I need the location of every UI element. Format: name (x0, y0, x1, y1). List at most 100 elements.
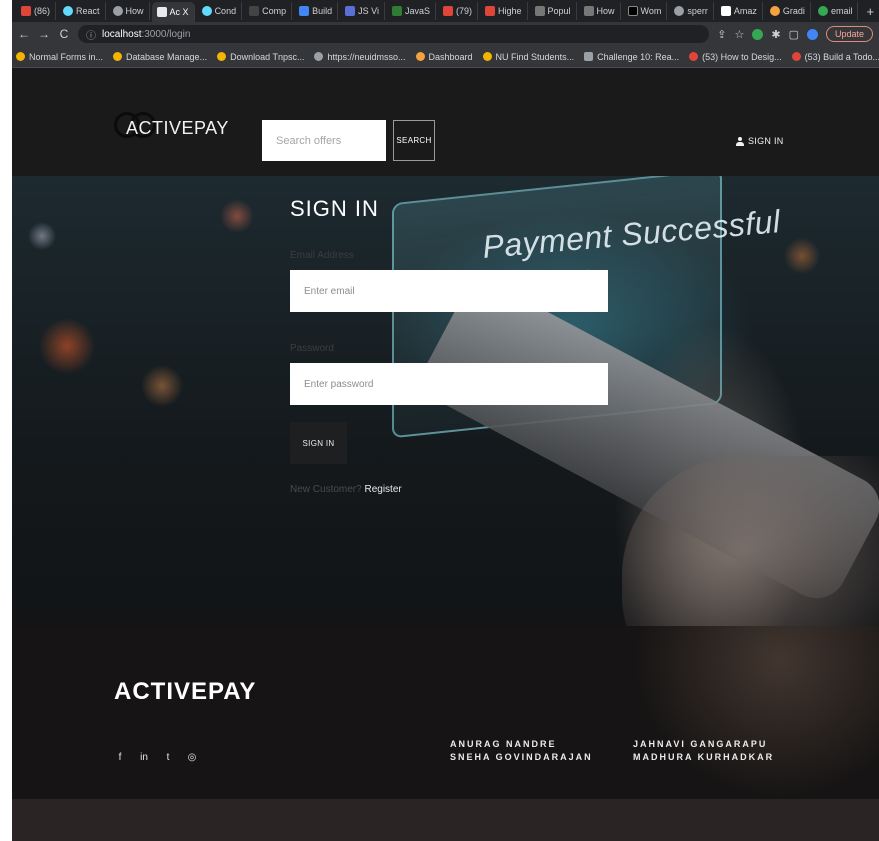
update-button[interactable]: Update (825, 26, 873, 42)
url-input[interactable]: ⓘ localhost:3000/login (78, 25, 710, 43)
bookmark-favicon (415, 52, 425, 61)
browser-tab[interactable]: Amaz (716, 2, 763, 20)
bookmark-item[interactable]: (53) Build a Todo... (791, 51, 879, 62)
tab-favicon (534, 6, 545, 16)
site-info-icon[interactable]: ⓘ (86, 27, 96, 42)
browser-tab-active[interactable]: Ac X (151, 2, 195, 22)
new-customer-text: New Customer? (290, 484, 362, 495)
tab-label: JS Vi (358, 6, 379, 16)
bookmark-favicon (314, 52, 324, 61)
tab-label: Wom (640, 6, 662, 16)
facebook-icon[interactable]: f (114, 752, 126, 763)
bookmark-item[interactable]: https://neuidmsso... (314, 51, 406, 62)
browser-tab[interactable]: Wom (623, 2, 668, 20)
back-icon[interactable]: ← (18, 27, 30, 41)
tab-favicon (345, 6, 356, 16)
profile-avatar-icon[interactable] (806, 28, 818, 40)
sidepanel-icon[interactable]: ▢ (789, 28, 799, 41)
tab-label: Cond (214, 6, 237, 16)
browser-tab[interactable]: Build (294, 2, 339, 20)
team-member-name: JAHNAVI GANGARAPU (633, 739, 768, 749)
tab-favicon (583, 6, 594, 16)
reload-icon[interactable]: C (58, 27, 70, 41)
share-icon[interactable]: ⇪ (717, 28, 726, 41)
instagram-icon[interactable]: ◎ (186, 752, 198, 763)
tab-label: Highe (497, 6, 522, 16)
bookmark-label: Database Manage... (126, 51, 208, 62)
tab-label: (79) (455, 6, 472, 16)
browser-tab[interactable]: Cond (197, 2, 243, 20)
password-label: Password (290, 343, 334, 354)
browser-tab[interactable]: JS Vi (340, 2, 385, 20)
signin-title: SIGN IN (290, 196, 379, 221)
register-link[interactable]: Register (364, 484, 401, 495)
browser-tab[interactable]: Highe (480, 2, 528, 20)
tab-label: Comp (262, 6, 287, 16)
site-logo[interactable]: ACTIVEPAY (114, 110, 244, 144)
browser-tab[interactable]: How (108, 2, 150, 20)
search-button[interactable]: SEARCH (393, 120, 435, 161)
bookmark-favicon (584, 52, 594, 61)
email-field[interactable] (290, 270, 608, 312)
browser-window: (86) React How Ac X Cond Comp Build JS V… (12, 0, 879, 841)
password-field[interactable] (290, 363, 608, 405)
browser-tab[interactable]: Comp (244, 2, 293, 20)
browser-tab[interactable]: JavaS (387, 2, 436, 20)
tab-strip: (86) React How Ac X Cond Comp Build JS V… (12, 0, 879, 22)
email-label: Email Address (290, 250, 354, 261)
team-names-column-2: JAHNAVI GANGARAPU MADHURA KURHADKAR (633, 738, 774, 764)
browser-tab[interactable]: Gradi (765, 2, 811, 20)
tab-favicon (674, 6, 685, 16)
bookmark-favicon (113, 52, 123, 61)
browser-tab[interactable]: Popul (530, 2, 577, 20)
browser-tab[interactable]: (79) (438, 2, 478, 20)
tab-label: How (596, 6, 615, 16)
browser-tab[interactable]: How (579, 2, 621, 20)
bookmark-label: Challenge 10: Rea... (597, 51, 680, 62)
browser-tab[interactable]: email (813, 2, 859, 20)
bookmark-label: https://neuidmsso... (327, 51, 406, 62)
tab-label: Ac X (169, 7, 189, 17)
bookmark-item[interactable]: (53) How to Desig... (689, 52, 782, 62)
twitter-icon[interactable]: t (162, 752, 174, 763)
bookmark-label: (53) How to Desig... (702, 51, 782, 62)
bookmark-item[interactable]: Download Tnpsc... (217, 52, 304, 62)
new-tab-button[interactable]: + (860, 4, 879, 19)
tab-favicon (156, 7, 167, 17)
tab-favicon (817, 6, 828, 16)
extensions-puzzle-icon[interactable]: ✱ (771, 28, 780, 41)
bookmark-favicon (217, 52, 227, 61)
web-page: ACTIVEPAY SEARCH SIGN IN Payment Success… (12, 68, 879, 841)
footer-bottom-strip (12, 799, 879, 841)
tab-favicon (21, 6, 31, 16)
bookmark-item[interactable]: Dashboard (415, 52, 473, 62)
signin-submit-button[interactable]: SIGN IN (290, 422, 347, 464)
browser-tab[interactable]: (86) (16, 2, 57, 20)
bookmark-label: (53) Build a Todo... (804, 51, 879, 62)
bookmark-item[interactable]: Normal Forms in... (16, 52, 103, 62)
forward-icon[interactable]: → (38, 27, 50, 41)
tab-label: How (125, 6, 144, 16)
tab-favicon (249, 6, 260, 16)
nav-signin-link[interactable]: SIGN IN (736, 136, 784, 146)
team-member-name: SNEHA GOVINDARAJAN (450, 752, 593, 762)
tab-favicon (442, 6, 453, 16)
tab-label: (86) (34, 6, 51, 16)
tab-label: Popul (547, 6, 571, 16)
tab-label: Gradi (782, 6, 805, 16)
extension-icon[interactable] (752, 28, 764, 40)
linkedin-icon[interactable]: in (138, 752, 150, 763)
bookmark-item[interactable]: Database Manage... (113, 52, 207, 62)
bookmark-star-icon[interactable]: ☆ (734, 28, 744, 41)
tab-label: Build (312, 6, 333, 16)
search-input[interactable] (262, 120, 386, 161)
browser-tab[interactable]: React (58, 2, 106, 20)
bookmark-item[interactable]: Challenge 10: Rea... (584, 52, 679, 62)
tab-favicon (391, 6, 402, 16)
browser-tab[interactable]: sperr (669, 2, 714, 20)
bookmark-favicon (482, 52, 492, 61)
bookmark-item[interactable]: NU Find Students... (482, 52, 574, 62)
team-names-column-1: ANURAG NANDRE SNEHA GOVINDARAJAN (450, 738, 593, 764)
nav-signin-label: SIGN IN (748, 136, 784, 146)
tab-favicon (201, 6, 212, 16)
